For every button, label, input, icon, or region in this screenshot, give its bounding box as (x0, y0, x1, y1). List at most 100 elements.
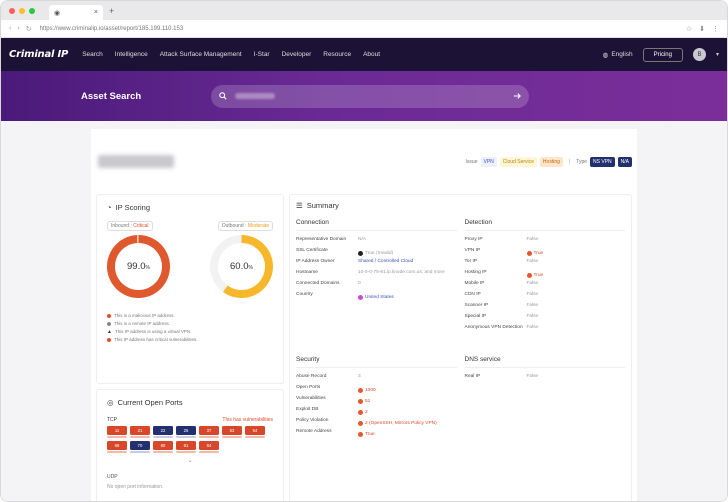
url-field[interactable]: https://www.criminalip.io/asset/report/1… (40, 26, 686, 32)
port-underline (130, 451, 150, 453)
port-item[interactable]: 21 (130, 426, 150, 438)
summary-value-text: 51 (365, 398, 371, 404)
main-menu: Search Intelligence Attack Surface Manag… (82, 51, 602, 58)
summary-value-text: 10-0-0-75-91.ip.linode.com.us; and more (358, 270, 445, 275)
port-item[interactable]: 70 (130, 441, 150, 453)
back-icon[interactable]: ‹ (9, 25, 11, 33)
summary-row: Connected Domains 0 (296, 281, 457, 292)
menu-asm[interactable]: Attack Surface Management (160, 51, 242, 58)
menu-search[interactable]: Search (82, 51, 103, 58)
info-dot-icon (107, 322, 111, 326)
alert-icon (526, 251, 532, 256)
port-badge[interactable]: 70 (130, 441, 150, 450)
port-item[interactable]: 81 (176, 441, 196, 453)
port-item[interactable]: 37 (199, 426, 219, 438)
port-underline (153, 451, 173, 453)
new-tab-button[interactable]: + (109, 6, 114, 16)
note-item: This IP address is using a virtual VPN. (114, 329, 192, 334)
triangle-warning-icon: ▲ (107, 329, 112, 335)
more-icon[interactable]: ⋮ (712, 25, 719, 33)
divider: | (568, 158, 571, 165)
inbound-score-value: 99.0 (127, 261, 146, 272)
port-item[interactable]: 68 (107, 441, 127, 453)
bookmark-icon[interactable]: ☆ (686, 25, 692, 33)
asset-search-input[interactable] (211, 84, 529, 108)
summary-row: Open Ports 1000 (296, 385, 457, 396)
inbound-label: Inbound : Critical (107, 221, 153, 231)
tab-close-icon[interactable]: × (94, 9, 98, 16)
port-item[interactable]: 64 (245, 426, 265, 438)
port-badge[interactable]: 25 (176, 426, 196, 435)
chevron-down-icon[interactable]: ▾ (716, 51, 719, 58)
port-badge[interactable]: 53 (222, 426, 242, 435)
port-item[interactable]: 84 (199, 441, 219, 453)
port-underline (199, 436, 219, 438)
summary-key: Connected Domains (296, 281, 340, 286)
menu-about[interactable]: About (363, 51, 380, 58)
summary-value[interactable]: Shared / Controlled Cloud (358, 259, 457, 270)
type-label: Type (576, 158, 588, 165)
summary-row: Policy Violation 2 (OpenSSH, Mirrors Poli… (296, 418, 457, 429)
criminal-ip-logo[interactable]: Criminal IP (9, 49, 68, 60)
summary-key: Special IP (464, 314, 487, 319)
language-label: English (611, 51, 633, 58)
port-badge[interactable]: 37 (199, 426, 219, 435)
port-underline (199, 451, 219, 453)
summary-key: Real IP (464, 374, 481, 379)
reload-icon[interactable]: ↻ (26, 25, 32, 33)
download-icon[interactable]: ⬇ (699, 25, 705, 33)
summary-value: 2 (OpenSSH, Mirrors Policy VPN) (358, 418, 457, 429)
security-title: Security (296, 352, 457, 368)
summary-value: False (527, 303, 626, 314)
port-badge[interactable]: 81 (176, 441, 196, 450)
port-underline (107, 436, 127, 438)
browser-tab[interactable]: ◉ × (49, 5, 103, 20)
summary-value-text: 0 (358, 281, 361, 286)
port-badge[interactable]: 21 (130, 426, 150, 435)
arrow-right-icon[interactable] (513, 92, 521, 100)
port-item[interactable]: 80 (153, 441, 173, 453)
ip-address-redacted (98, 155, 174, 168)
summary-value-text: False (526, 259, 539, 264)
menu-istar[interactable]: I-Star (254, 51, 270, 58)
port-badge[interactable]: 68 (107, 441, 127, 450)
port-badge[interactable]: 22 (153, 426, 173, 435)
issue-label: Issue (465, 158, 478, 165)
summary-value-text: False (526, 325, 539, 330)
forward-icon[interactable]: › (17, 25, 19, 33)
summary-value: 0 (358, 281, 457, 292)
summary-row: Abuse Record 3 (296, 374, 457, 385)
port-badge[interactable]: 11 (107, 426, 127, 435)
port-badge[interactable]: 80 (153, 441, 173, 450)
port-item[interactable]: 22 (153, 426, 173, 438)
close-window-dot[interactable] (9, 7, 15, 14)
port-item[interactable]: 25 (176, 426, 196, 438)
language-selector[interactable]: ◍ English (603, 51, 633, 59)
maximize-window-dot[interactable] (29, 7, 35, 14)
alert-icon (358, 421, 363, 426)
pricing-button[interactable]: Pricing (642, 47, 683, 62)
alert-icon (358, 410, 363, 415)
menu-developer[interactable]: Developer (282, 51, 312, 58)
minimize-window-dot[interactable] (19, 7, 25, 14)
expand-ports-chevron-icon[interactable]: ⌄ (107, 457, 273, 464)
tag-hosting: Hosting (539, 156, 563, 167)
menu-intelligence[interactable]: Intelligence (115, 51, 148, 58)
port-underline (107, 451, 127, 453)
avatar[interactable]: B (692, 48, 706, 61)
summary-value-text: False (526, 292, 539, 297)
summary-card: ☰ Summary Connection Representative Doma… (289, 194, 632, 501)
browser-window: ◉ × + ‹ › ↻ https://www.criminalip.io/as… (0, 0, 728, 502)
summary-value: 1000 (358, 385, 457, 396)
inbound-score-gauge: 99.0% (107, 235, 170, 298)
alert-icon (358, 399, 363, 404)
port-badge[interactable]: 84 (199, 441, 219, 450)
port-underline (222, 436, 242, 438)
port-item[interactable]: 11 (107, 426, 127, 438)
port-item[interactable]: 53 (222, 426, 242, 438)
port-badge[interactable]: 64 (245, 426, 265, 435)
gauge-icon: ◔ (107, 203, 112, 212)
summary-value[interactable]: United States (358, 292, 457, 303)
menu-resource[interactable]: Resource (323, 51, 351, 58)
warning-dot-icon (107, 314, 111, 318)
